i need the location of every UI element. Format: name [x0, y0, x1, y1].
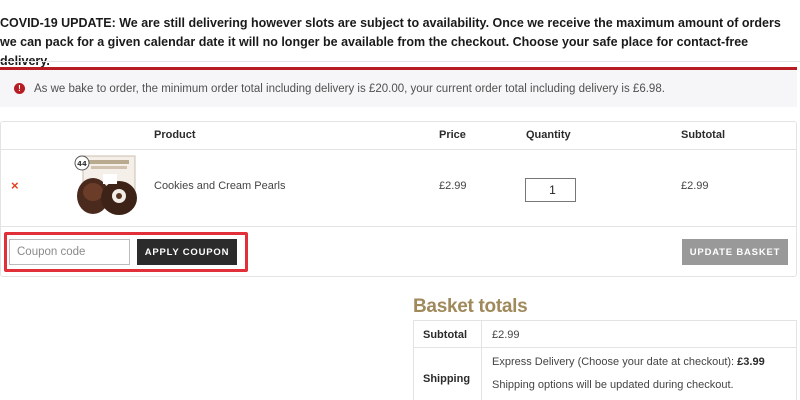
- product-price: £2.99: [439, 180, 467, 192]
- shipping-method[interactable]: Express Delivery (Choose your date at ch…: [492, 356, 765, 368]
- subtotal-value: £2.99: [492, 329, 520, 341]
- exclamation-icon: !: [14, 83, 25, 94]
- covid-update-notice: COVID-19 UPDATE: We are still delivering…: [0, 16, 781, 68]
- header-price: Price: [439, 129, 466, 141]
- header-subtotal: Subtotal: [681, 129, 725, 141]
- subtotal-label: Subtotal: [423, 329, 467, 341]
- divider: [1, 149, 796, 150]
- shipping-label: Shipping: [423, 373, 471, 385]
- thumbnail-badge: 44: [77, 160, 87, 168]
- product-thumbnail[interactable]: 44: [73, 154, 141, 220]
- shipping-method-label: Express Delivery (Choose your date at ch…: [492, 356, 735, 368]
- error-notice-text: As we bake to order, the minimum order t…: [34, 82, 665, 95]
- basket-table: Product Price Quantity Subtotal × 44 Coo…: [0, 121, 797, 277]
- product-image-icon: 44: [74, 155, 137, 215]
- header-quantity: Quantity: [526, 129, 571, 141]
- basket-totals-title: Basket totals: [413, 296, 528, 317]
- product-subtotal: £2.99: [681, 180, 709, 192]
- basket-totals-table: Subtotal £2.99 Shipping Express Delivery…: [413, 320, 797, 400]
- update-basket-button[interactable]: UPDATE BASKET: [682, 239, 788, 265]
- quantity-input[interactable]: [525, 178, 576, 202]
- header-product: Product: [154, 129, 196, 141]
- coupon-code-input[interactable]: [9, 239, 130, 265]
- divider: [1, 226, 796, 227]
- divider: [0, 61, 800, 62]
- shipping-price: £3.99: [737, 356, 765, 368]
- shipping-note: Shipping options will be updated during …: [492, 379, 734, 391]
- product-name[interactable]: Cookies and Cream Pearls: [154, 180, 285, 192]
- divider: [414, 347, 796, 348]
- remove-item-button[interactable]: ×: [11, 178, 19, 193]
- divider: [481, 321, 482, 400]
- apply-coupon-button[interactable]: APPLY COUPON: [137, 239, 237, 265]
- minimum-order-error-notice: ! As we bake to order, the minimum order…: [0, 67, 797, 107]
